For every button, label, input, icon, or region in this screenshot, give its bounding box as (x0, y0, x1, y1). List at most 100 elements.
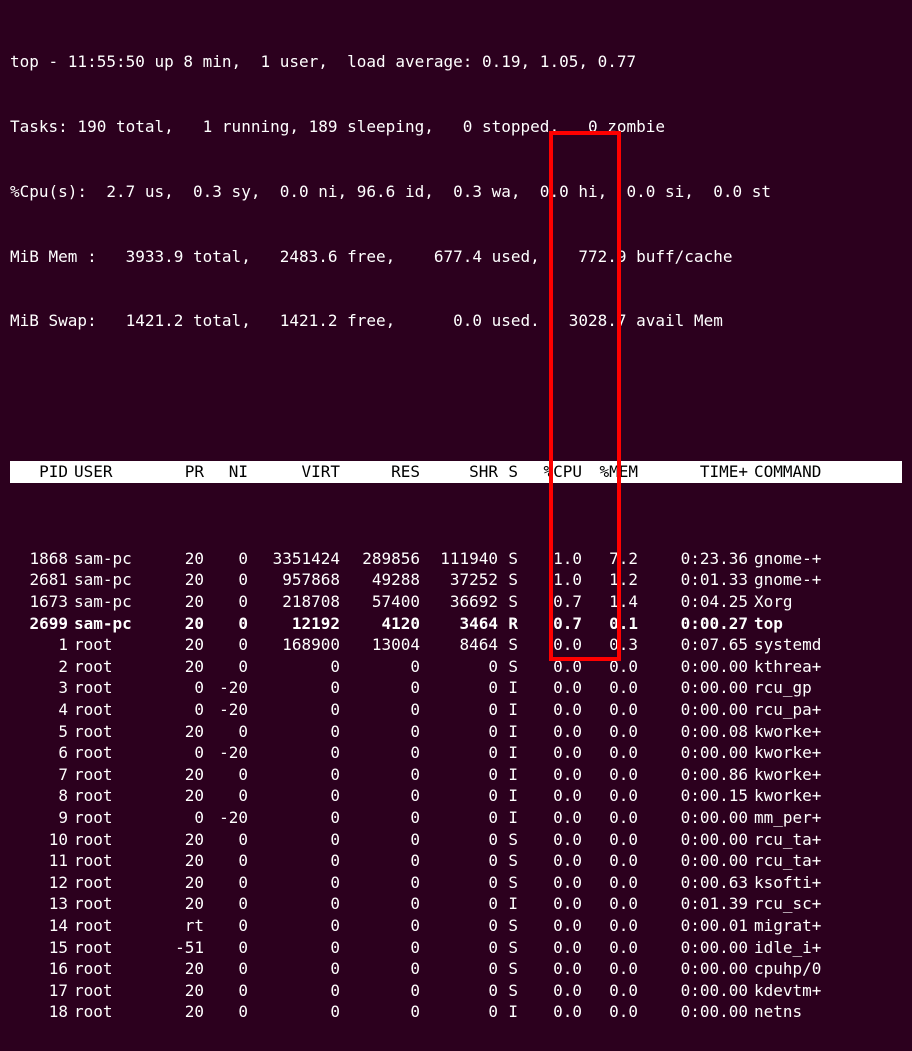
cell-mem: 0.0 (582, 677, 638, 699)
cell-virt: 0 (248, 699, 340, 721)
process-row[interactable]: 9root0-20000I0.00.00:00.00mm_per+ (10, 807, 902, 829)
cell-pr: rt (154, 915, 204, 937)
process-row[interactable]: 2699sam-pc2001219241203464R0.70.10:00.27… (10, 613, 902, 635)
cell-command: Xorg (748, 591, 874, 613)
process-row[interactable]: 18root200000I0.00.00:00.00netns (10, 1001, 902, 1023)
cell-res: 4120 (340, 613, 420, 635)
col-pr[interactable]: PR (154, 461, 204, 483)
cell-ni: 0 (204, 591, 248, 613)
process-table-header[interactable]: PID USER PR NI VIRT RES SHR S %CPU %MEM … (10, 461, 902, 483)
cell-shr: 0 (420, 656, 498, 678)
cell-user: root (68, 721, 154, 743)
process-row[interactable]: 1868sam-pc2003351424289856111940S1.07.20… (10, 548, 902, 570)
process-row[interactable]: 10root200000S0.00.00:00.00rcu_ta+ (10, 829, 902, 851)
cell-mem: 0.0 (582, 937, 638, 959)
cell-pr: 20 (154, 893, 204, 915)
process-row[interactable]: 13root200000I0.00.00:01.39rcu_sc+ (10, 893, 902, 915)
cell-command: kdevtm+ (748, 980, 874, 1002)
process-row[interactable]: 2681sam-pc2009578684928837252S1.01.20:01… (10, 569, 902, 591)
cell-pr: 20 (154, 591, 204, 613)
cell-pid: 17 (10, 980, 68, 1002)
cell-res: 0 (340, 785, 420, 807)
cell-pr: 20 (154, 1001, 204, 1023)
cell-user: root (68, 699, 154, 721)
cell-state: I (498, 699, 518, 721)
cell-user: root (68, 893, 154, 915)
col-ni[interactable]: NI (204, 461, 248, 483)
cell-shr: 0 (420, 980, 498, 1002)
process-row[interactable]: 2root200000S0.00.00:00.00kthrea+ (10, 656, 902, 678)
col-res[interactable]: RES (340, 461, 420, 483)
cell-time: 0:00.27 (638, 613, 748, 635)
process-row[interactable]: 1root200168900130048464S0.00.30:07.65sys… (10, 634, 902, 656)
col-virt[interactable]: VIRT (248, 461, 340, 483)
cell-res: 0 (340, 742, 420, 764)
cell-pid: 1868 (10, 548, 68, 570)
cell-state: S (498, 634, 518, 656)
cell-virt: 0 (248, 1001, 340, 1023)
cell-state: I (498, 764, 518, 786)
col-mem[interactable]: %MEM (582, 461, 638, 483)
cell-shr: 111940 (420, 548, 498, 570)
process-row[interactable]: 16root200000S0.00.00:00.00cpuhp/0 (10, 958, 902, 980)
process-row[interactable]: 11root200000S0.00.00:00.00rcu_ta+ (10, 850, 902, 872)
cell-ni: 0 (204, 915, 248, 937)
cell-time: 0:23.36 (638, 548, 748, 570)
col-shr[interactable]: SHR (420, 461, 498, 483)
process-row[interactable]: 12root200000S0.00.00:00.63ksofti+ (10, 872, 902, 894)
cell-pid: 15 (10, 937, 68, 959)
cell-cpu: 0.7 (518, 591, 582, 613)
process-row[interactable]: 5root200000I0.00.00:00.08kworke+ (10, 721, 902, 743)
cell-command: mm_per+ (748, 807, 874, 829)
col-command[interactable]: COMMAND (748, 461, 874, 483)
cell-shr: 8464 (420, 634, 498, 656)
process-row[interactable]: 17root200000S0.00.00:00.00kdevtm+ (10, 980, 902, 1002)
cell-res: 57400 (340, 591, 420, 613)
col-cpu[interactable]: %CPU (518, 461, 582, 483)
cell-user: root (68, 980, 154, 1002)
cell-mem: 0.0 (582, 807, 638, 829)
cell-ni: 0 (204, 980, 248, 1002)
cell-pid: 7 (10, 764, 68, 786)
cell-pid: 5 (10, 721, 68, 743)
cell-cpu: 0.0 (518, 742, 582, 764)
cell-cpu: 0.0 (518, 656, 582, 678)
process-row[interactable]: 4root0-20000I0.00.00:00.00rcu_pa+ (10, 699, 902, 721)
process-row[interactable]: 3root0-20000I0.00.00:00.00rcu_gp (10, 677, 902, 699)
cell-res: 0 (340, 807, 420, 829)
process-row[interactable]: 15root-510000S0.00.00:00.00idle_i+ (10, 937, 902, 959)
cell-ni: 0 (204, 634, 248, 656)
cell-pid: 14 (10, 915, 68, 937)
col-pid[interactable]: PID (10, 461, 68, 483)
cell-ni: 0 (204, 893, 248, 915)
cell-state: S (498, 850, 518, 872)
cell-time: 0:00.00 (638, 807, 748, 829)
process-row[interactable]: 1673sam-pc2002187085740036692S0.71.40:04… (10, 591, 902, 613)
col-time[interactable]: TIME+ (638, 461, 748, 483)
cell-user: root (68, 742, 154, 764)
cell-ni: -20 (204, 742, 248, 764)
cell-res: 0 (340, 829, 420, 851)
process-row[interactable]: 7root200000I0.00.00:00.86kworke+ (10, 764, 902, 786)
cell-pr: 20 (154, 872, 204, 894)
col-state[interactable]: S (498, 461, 518, 483)
process-row[interactable]: 8root200000I0.00.00:00.15kworke+ (10, 785, 902, 807)
cell-pid: 2681 (10, 569, 68, 591)
cell-cpu: 1.0 (518, 548, 582, 570)
process-row[interactable]: 14rootrt0000S0.00.00:00.01migrat+ (10, 915, 902, 937)
process-row[interactable]: 6root0-20000I0.00.00:00.00kworke+ (10, 742, 902, 764)
cell-res: 0 (340, 1001, 420, 1023)
cell-mem: 0.0 (582, 829, 638, 851)
cell-ni: -20 (204, 699, 248, 721)
cell-user: sam-pc (68, 591, 154, 613)
cell-pr: 20 (154, 721, 204, 743)
cell-virt: 0 (248, 980, 340, 1002)
cell-cpu: 0.0 (518, 721, 582, 743)
cell-mem: 0.0 (582, 915, 638, 937)
cell-virt: 0 (248, 807, 340, 829)
cell-shr: 3464 (420, 613, 498, 635)
cell-user: root (68, 807, 154, 829)
cell-ni: 0 (204, 785, 248, 807)
cell-shr: 0 (420, 1001, 498, 1023)
col-user[interactable]: USER (68, 461, 154, 483)
